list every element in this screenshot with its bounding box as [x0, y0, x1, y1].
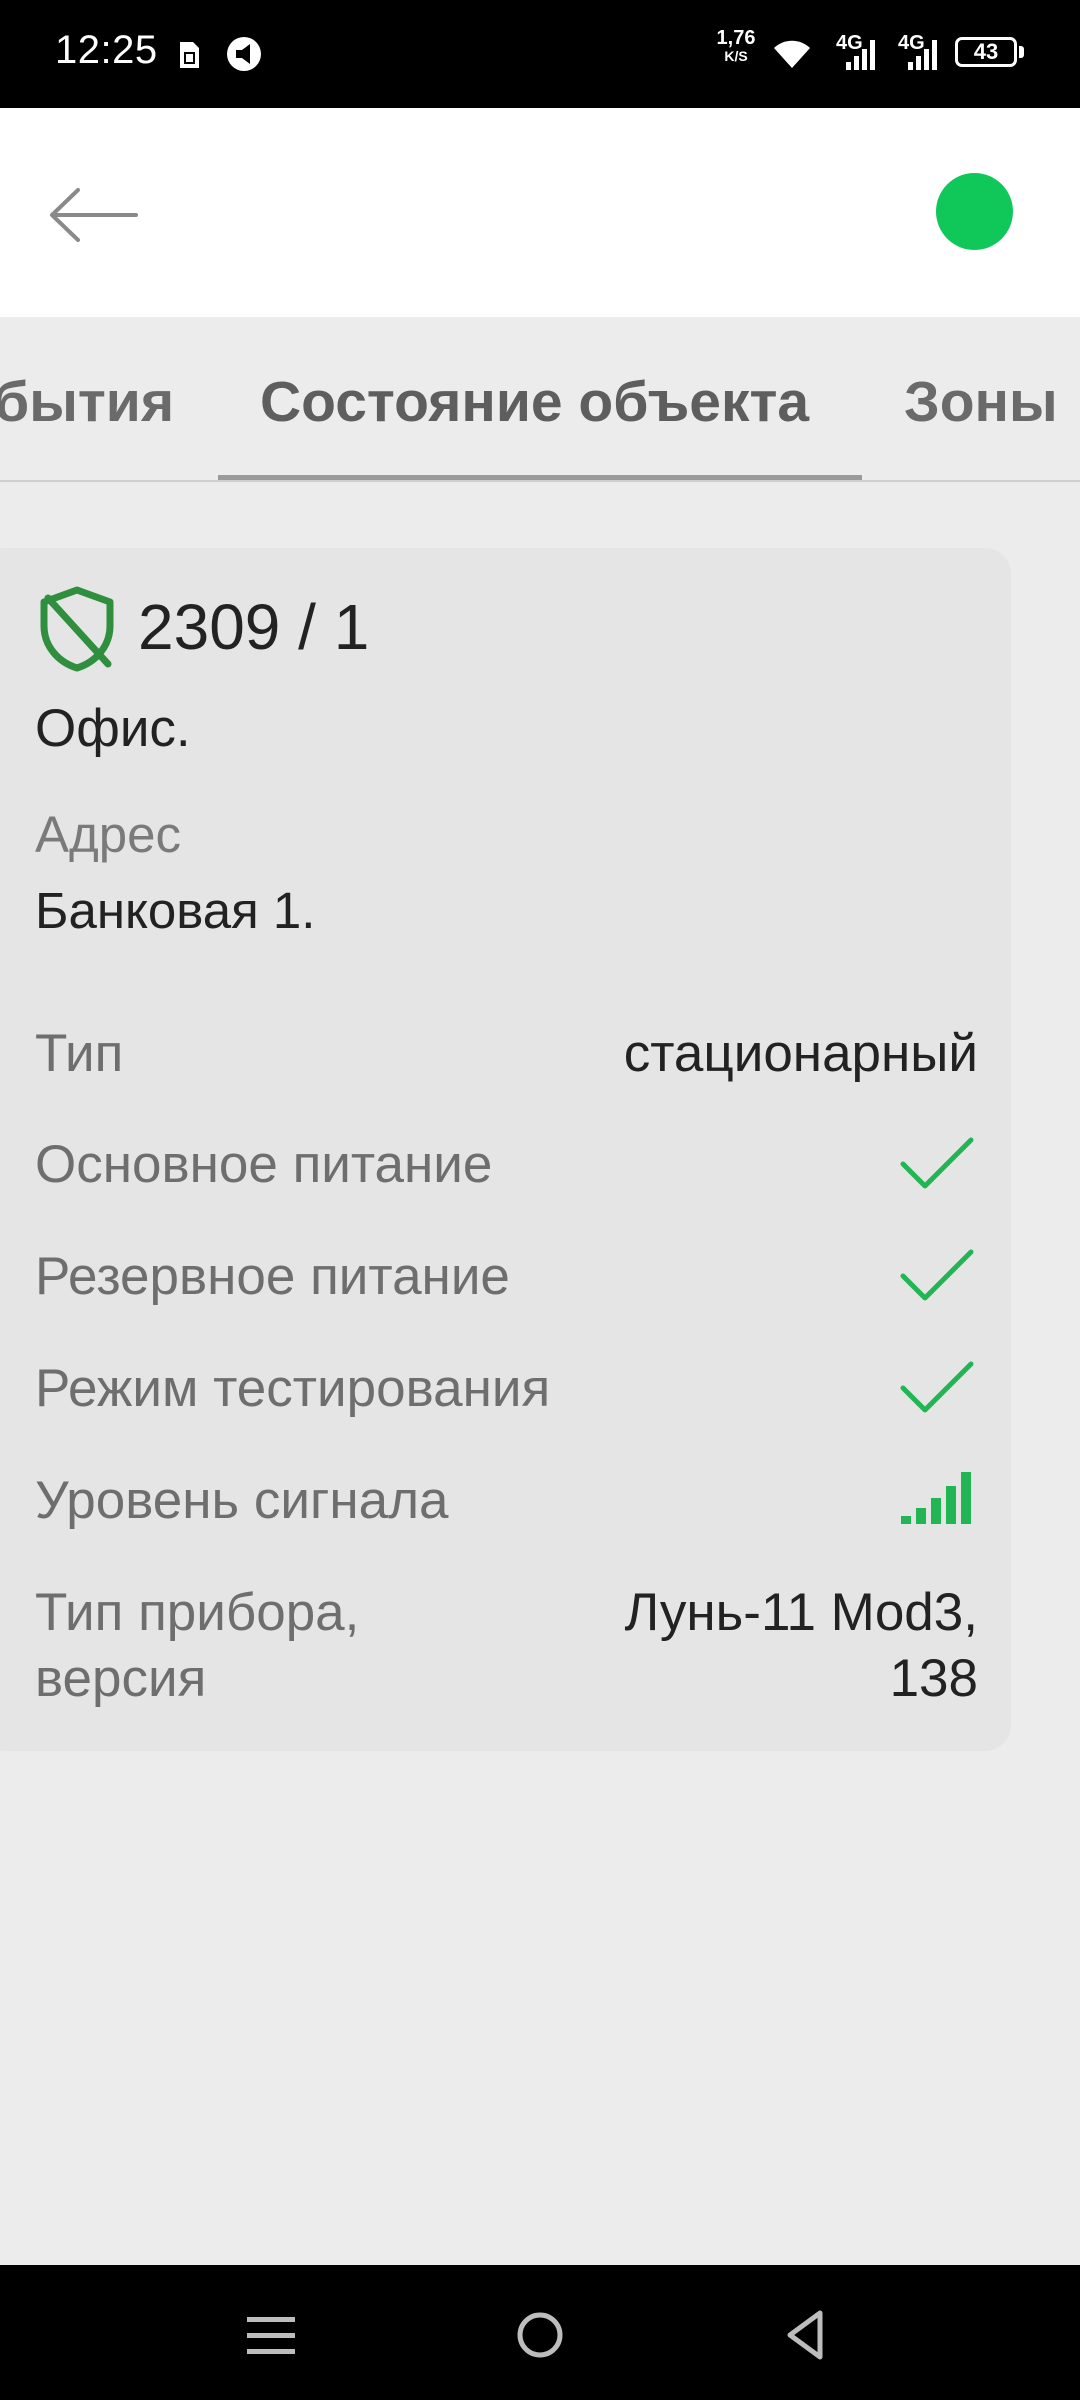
device-type-label-line2: версия [35, 1649, 207, 1708]
tab-events[interactable]: бытия [0, 369, 174, 435]
backup-power-check-icon [900, 1249, 974, 1301]
device-type-value-line2: 138 [889, 1649, 978, 1708]
battery-nub [1019, 46, 1024, 58]
main-power-check-icon [900, 1137, 974, 1189]
type-label: Тип [35, 1024, 124, 1083]
app-bar [0, 108, 1080, 317]
cell-signal-2-icon [908, 40, 937, 70]
test-mode-label: Режим тестирования [35, 1359, 551, 1418]
object-card: 2309 / 1 Офис. Адрес Банковая 1. Тип ста… [0, 548, 1011, 1751]
menu-icon[interactable] [241, 2305, 301, 2365]
battery-icon: 43 [955, 37, 1017, 67]
address-label: Адрес [35, 806, 182, 863]
signal-level-label: Уровень сигнала [35, 1471, 449, 1530]
speed-unit: K/S [724, 48, 748, 64]
active-tab-indicator [218, 475, 862, 480]
object-number: 2309 / 1 [138, 591, 370, 663]
cell-signal-1-icon [846, 40, 875, 70]
status-time: 12:25 [55, 28, 158, 72]
tab-zones[interactable]: Зоны [904, 369, 1058, 435]
device-type-value-line1: Лунь-11 Mod3, [624, 1583, 978, 1642]
shield-icon [40, 586, 114, 672]
sim-card-icon [180, 42, 199, 68]
status-bar: 12:25 1,76 K/S 4G 4G 43 [0, 0, 1080, 108]
main-power-label: Основное питание [35, 1135, 493, 1194]
type-value: стационарный [623, 1024, 978, 1083]
device-type-label-line1: Тип прибора, [35, 1583, 360, 1642]
test-mode-check-icon [900, 1361, 974, 1413]
wifi-icon [774, 40, 810, 68]
notification-icon [227, 37, 261, 71]
tab-bar: бытия Состояние объекта Зоны [0, 317, 1080, 482]
signal-strength-icon [901, 1472, 971, 1524]
system-nav-bar [0, 2265, 1080, 2400]
backup-power-label: Резервное питание [35, 1247, 510, 1306]
back-nav-icon[interactable] [776, 2305, 836, 2365]
connection-status-indicator [936, 173, 1013, 250]
back-arrow-icon[interactable] [44, 180, 144, 250]
address-value: Банковая 1. [35, 882, 316, 939]
home-icon[interactable] [510, 2305, 570, 2365]
object-name: Офис. [35, 699, 191, 758]
speed-value: 1,76 [716, 27, 756, 49]
network-speed: 1,76 K/S [714, 28, 758, 64]
tab-object-state[interactable]: Состояние объекта [260, 369, 809, 435]
